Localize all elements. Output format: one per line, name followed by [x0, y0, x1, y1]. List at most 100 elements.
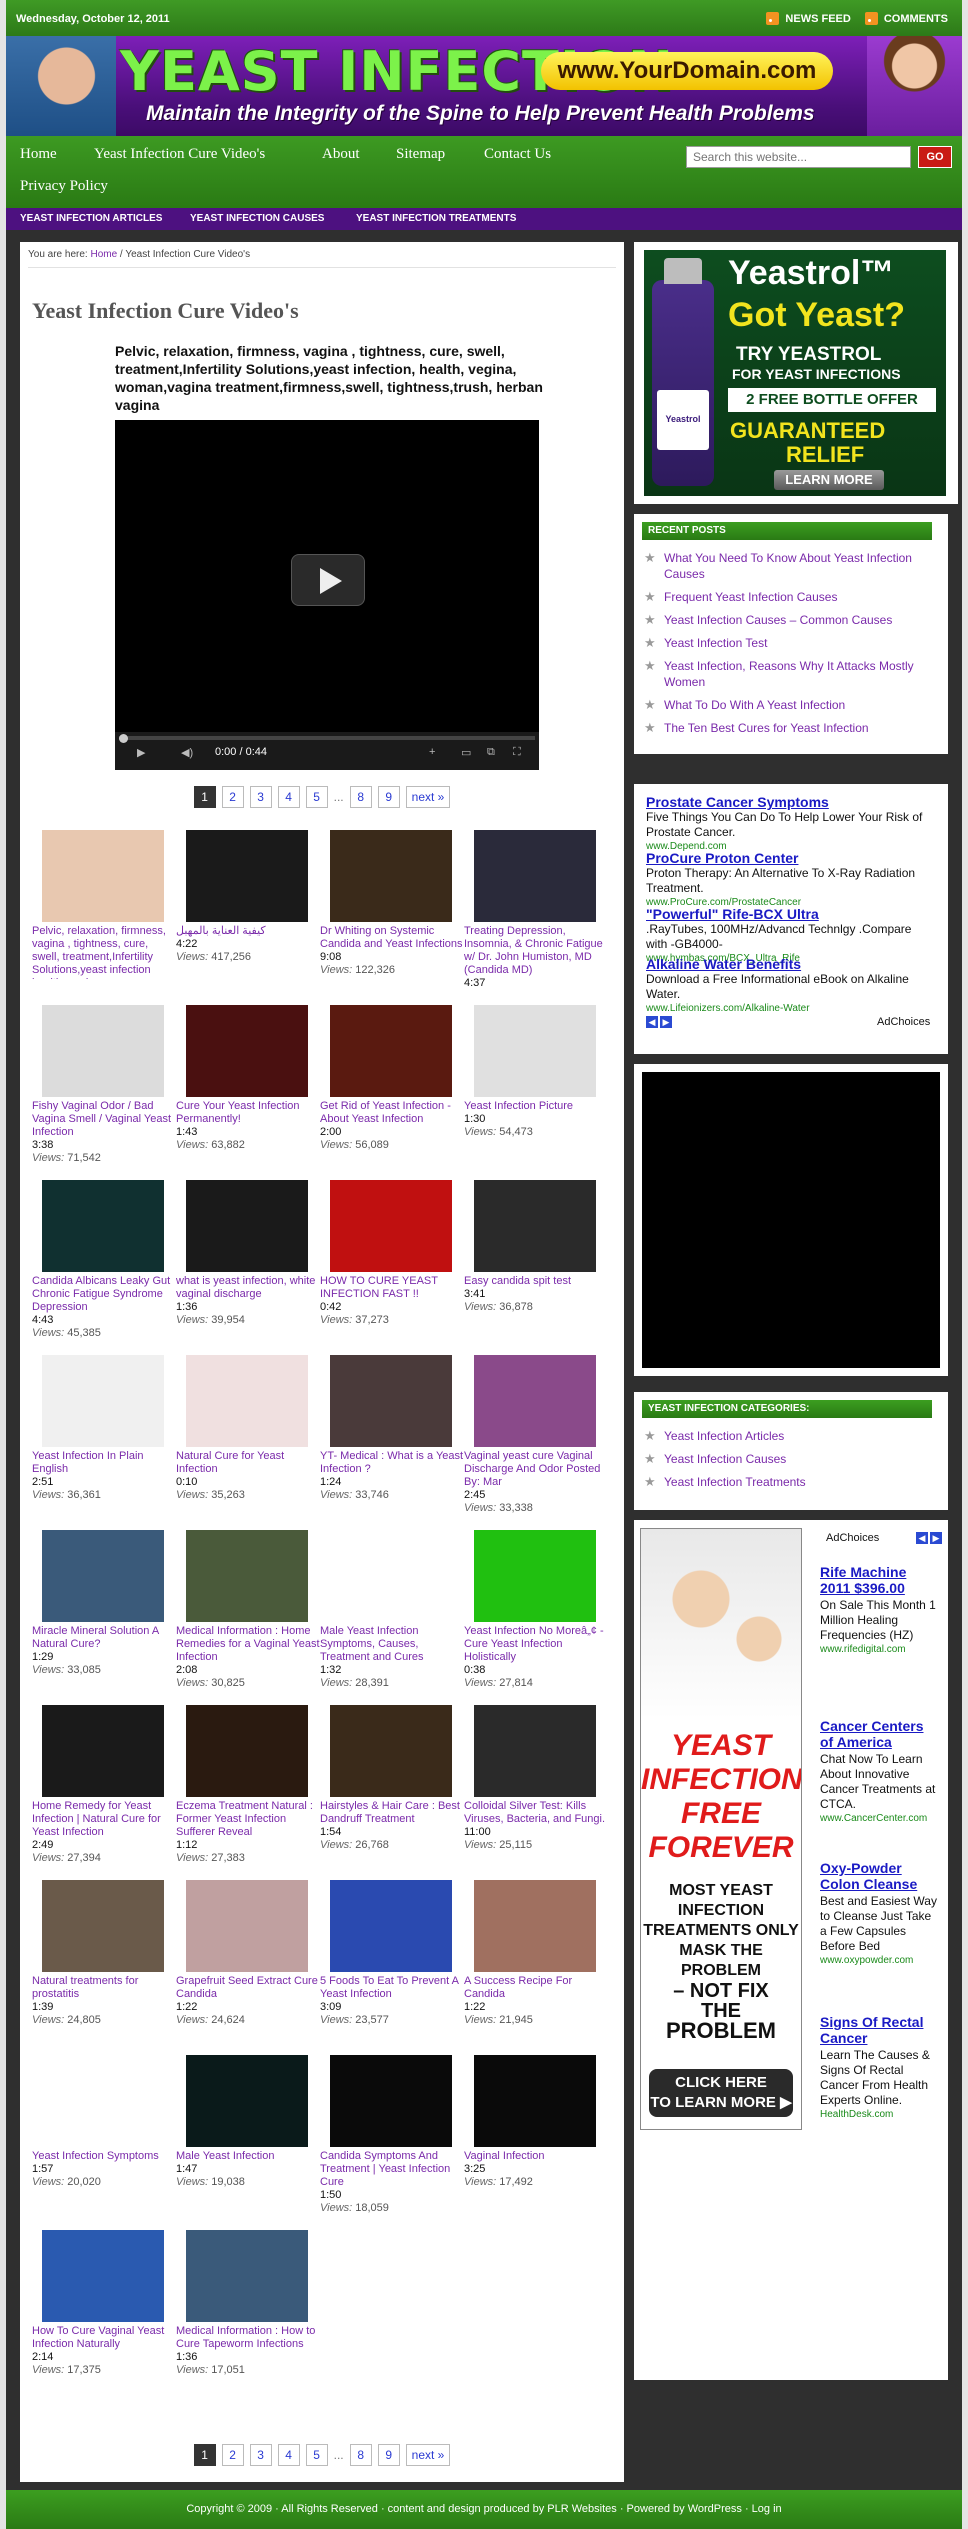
video-title-link[interactable]: Natural Cure for Yeast Infection	[176, 1450, 320, 1476]
adchoices-label[interactable]: AdChoices	[877, 1016, 930, 1028]
video-title-link[interactable]: Candida Symptoms And Treatment | Yeast I…	[320, 2150, 464, 2189]
video-thumbnail[interactable]	[186, 2055, 308, 2147]
side-ad-url[interactable]: www.rifedigital.com	[820, 1643, 938, 1656]
video-title-link[interactable]: Home Remedy for Yeast Infection | Natura…	[32, 1800, 176, 1839]
ad-next-icon-2[interactable]: ▶	[930, 1532, 942, 1544]
recent-post-link[interactable]: Yeast Infection Test	[642, 635, 948, 651]
video-card[interactable]: Yeast Infection Picture 1:30 Views: 54,473	[464, 1005, 608, 1139]
video-card[interactable]: Pelvic, relaxation, firmness, vagina , t…	[32, 830, 176, 979]
video-card[interactable]: Treating Depression, Insomnia, & Chronic…	[464, 830, 608, 990]
video-title-link[interactable]: Yeast Infection No Moreâ„¢ - Cure Yeast …	[464, 1625, 608, 1664]
video-card[interactable]: Miracle Mineral Solution A Natural Cure?…	[32, 1530, 176, 1677]
video-card[interactable]: Vaginal yeast cure Vaginal Discharge And…	[464, 1355, 608, 1515]
video-title-link[interactable]: 5 Foods To Eat To Prevent A Yeast Infect…	[320, 1975, 464, 2001]
video-thumbnail[interactable]	[474, 1705, 596, 1797]
category-link[interactable]: Yeast Infection Treatments	[642, 1474, 806, 1490]
video-thumbnail[interactable]	[330, 2055, 452, 2147]
subnav-treatments[interactable]: YEAST INFECTION TREATMENTS	[356, 213, 516, 224]
video-title-link[interactable]: A Success Recipe For Candida	[464, 1975, 608, 2001]
video-title-link[interactable]: Vaginal Infection	[464, 2150, 608, 2163]
recent-post-link[interactable]: Yeast Infection, Reasons Why It Attacks …	[642, 658, 948, 690]
video-card[interactable]: Yeast Infection No Moreâ„¢ - Cure Yeast …	[464, 1530, 608, 1690]
video-title-link[interactable]: Male Yeast Infection Symptoms, Causes, T…	[320, 1625, 464, 1664]
video-card[interactable]: Dr Whiting on Systemic Candida and Yeast…	[320, 830, 464, 977]
recent-post-link[interactable]: Frequent Yeast Infection Causes	[642, 589, 948, 605]
side-ad-title[interactable]: Oxy-Powder Colon Cleanse	[820, 1860, 938, 1892]
adchoices-label-2[interactable]: AdChoices	[826, 1532, 879, 1544]
youtube-icon[interactable]: ▭	[461, 746, 471, 759]
video-title-link[interactable]: Get Rid of Yeast Infection - About Yeast…	[320, 1100, 464, 1126]
video-title-link[interactable]: Yeast Infection In Plain English	[32, 1450, 176, 1476]
video-card[interactable]: Home Remedy for Yeast Infection | Natura…	[32, 1705, 176, 1865]
text-ad[interactable]: ProCure Proton Center Proton Therapy: An …	[646, 850, 936, 909]
next-page-link[interactable]: next »	[405, 786, 451, 808]
page-link[interactable]: 1	[193, 2444, 216, 2466]
video-title-link[interactable]: Dr Whiting on Systemic Candida and Yeast…	[320, 925, 464, 951]
video-title-link[interactable]: Fishy Vaginal Odor / Bad Vagina Smell / …	[32, 1100, 176, 1139]
video-title-link[interactable]: كيفية العناية بالمهبل	[176, 925, 320, 938]
page-link[interactable]: 1	[193, 786, 216, 808]
video-title-link[interactable]: Hairstyles & Hair Care : Best Dandruff T…	[320, 1800, 464, 1826]
video-title-link[interactable]: Natural treatments for prostatitis	[32, 1975, 176, 2001]
video-thumbnail[interactable]	[186, 1355, 308, 1447]
page-link[interactable]: 2	[221, 786, 244, 808]
video-title-link[interactable]: Medical Information : How to Cure Tapewo…	[176, 2325, 320, 2351]
video-title-link[interactable]: Cure Your Yeast Infection Permanently!	[176, 1100, 320, 1126]
page-link[interactable]: 5	[305, 786, 328, 808]
next-page-link[interactable]: next »	[405, 2444, 451, 2466]
video-title-link[interactable]: Candida Albicans Leaky Gut Chronic Fatig…	[32, 1275, 176, 1314]
video-thumbnail[interactable]	[42, 1005, 164, 1097]
page-link[interactable]: 2	[221, 2444, 244, 2466]
volume-icon[interactable]: ◀)	[181, 746, 193, 759]
nav-privacy[interactable]: Privacy Policy	[20, 178, 108, 195]
video-thumbnail[interactable]	[42, 2055, 164, 2147]
breadcrumb-home[interactable]: Home	[90, 249, 117, 260]
page-link[interactable]: 5	[305, 2444, 328, 2466]
video-thumbnail[interactable]	[42, 1530, 164, 1622]
video-thumbnail[interactable]	[474, 2055, 596, 2147]
play-icon[interactable]	[291, 554, 365, 606]
video-card[interactable]: Easy candida spit test 3:41 Views: 36,878	[464, 1180, 608, 1314]
video-card[interactable]: what is yeast infection, white vaginal d…	[176, 1180, 320, 1327]
video-title-link[interactable]: How To Cure Vaginal Yeast Infection Natu…	[32, 2325, 176, 2351]
video-card[interactable]: 5 Foods To Eat To Prevent A Yeast Infect…	[320, 1880, 464, 2027]
subnav-causes[interactable]: YEAST INFECTION CAUSES	[190, 213, 324, 224]
video-title-link[interactable]: Vaginal yeast cure Vaginal Discharge And…	[464, 1450, 608, 1489]
popout-icon[interactable]: ⧉	[487, 746, 495, 759]
yeastrol-ad[interactable]: Yeastrol Yeastrol™ Got Yeast? TRY YEASTR…	[644, 250, 946, 496]
video-card[interactable]: A Success Recipe For Candida 1:22 Views: 2…	[464, 1880, 608, 2027]
video-thumbnail[interactable]	[330, 1530, 452, 1622]
seek-bar[interactable]	[119, 736, 535, 740]
video-thumbnail[interactable]	[330, 1705, 452, 1797]
video-title-link[interactable]: what is yeast infection, white vaginal d…	[176, 1275, 320, 1301]
nav-home[interactable]: Home	[20, 146, 57, 163]
nav-videos[interactable]: Yeast Infection Cure Video's	[94, 146, 265, 163]
side-text-ad[interactable]: Oxy-Powder Colon Cleanse Best and Easiest…	[820, 1860, 938, 1967]
video-card[interactable]: Candida Symptoms And Treatment | Yeast I…	[320, 2055, 464, 2215]
video-thumbnail[interactable]	[186, 1005, 308, 1097]
search-go-button[interactable]: GO	[918, 146, 952, 168]
yeast-free-banner-ad[interactable]: YEAST INFECTION FREE FOREVER MOST YEAST …	[640, 1528, 802, 2130]
video-card[interactable]: Hairstyles & Hair Care : Best Dandruff T…	[320, 1705, 464, 1852]
side-ad-url[interactable]: HealthDesk.com	[820, 2108, 938, 2121]
play-button-icon[interactable]: ▶	[137, 746, 145, 759]
text-ad-title[interactable]: ProCure Proton Center	[646, 850, 936, 866]
side-text-ad[interactable]: Signs Of Rectal Cancer Learn The Causes &…	[820, 2014, 938, 2121]
video-card[interactable]: Eczema Treatment Natural : Former Yeast …	[176, 1705, 320, 1865]
video-card[interactable]: HOW TO CURE YEAST INFECTION FAST !! 0:42 V…	[320, 1180, 464, 1327]
video-thumbnail[interactable]	[42, 1705, 164, 1797]
video-card[interactable]: Male Yeast Infection Symptoms, Causes, T…	[320, 1530, 464, 1690]
side-ad-title[interactable]: Rife Machine 2011 $396.00	[820, 1564, 938, 1596]
video-card[interactable]: How To Cure Vaginal Yeast Infection Natu…	[32, 2230, 176, 2377]
text-ad[interactable]: Alkaline Water Benefits Download a Free I…	[646, 956, 936, 1015]
video-thumbnail[interactable]	[474, 1180, 596, 1272]
side-ad-url[interactable]: www.oxypowder.com	[820, 1954, 938, 1967]
add-icon[interactable]: +	[429, 746, 435, 758]
recent-post-link[interactable]: What You Need To Know About Yeast Infect…	[642, 550, 948, 582]
video-thumbnail[interactable]	[42, 1355, 164, 1447]
video-thumbnail[interactable]	[474, 1355, 596, 1447]
video-title-link[interactable]: Colloidal Silver Test: Kills Viruses, Ba…	[464, 1800, 608, 1826]
video-thumbnail[interactable]	[186, 1530, 308, 1622]
side-ad-title[interactable]: Cancer Centers of America	[820, 1718, 938, 1750]
video-thumbnail[interactable]	[474, 1880, 596, 1972]
